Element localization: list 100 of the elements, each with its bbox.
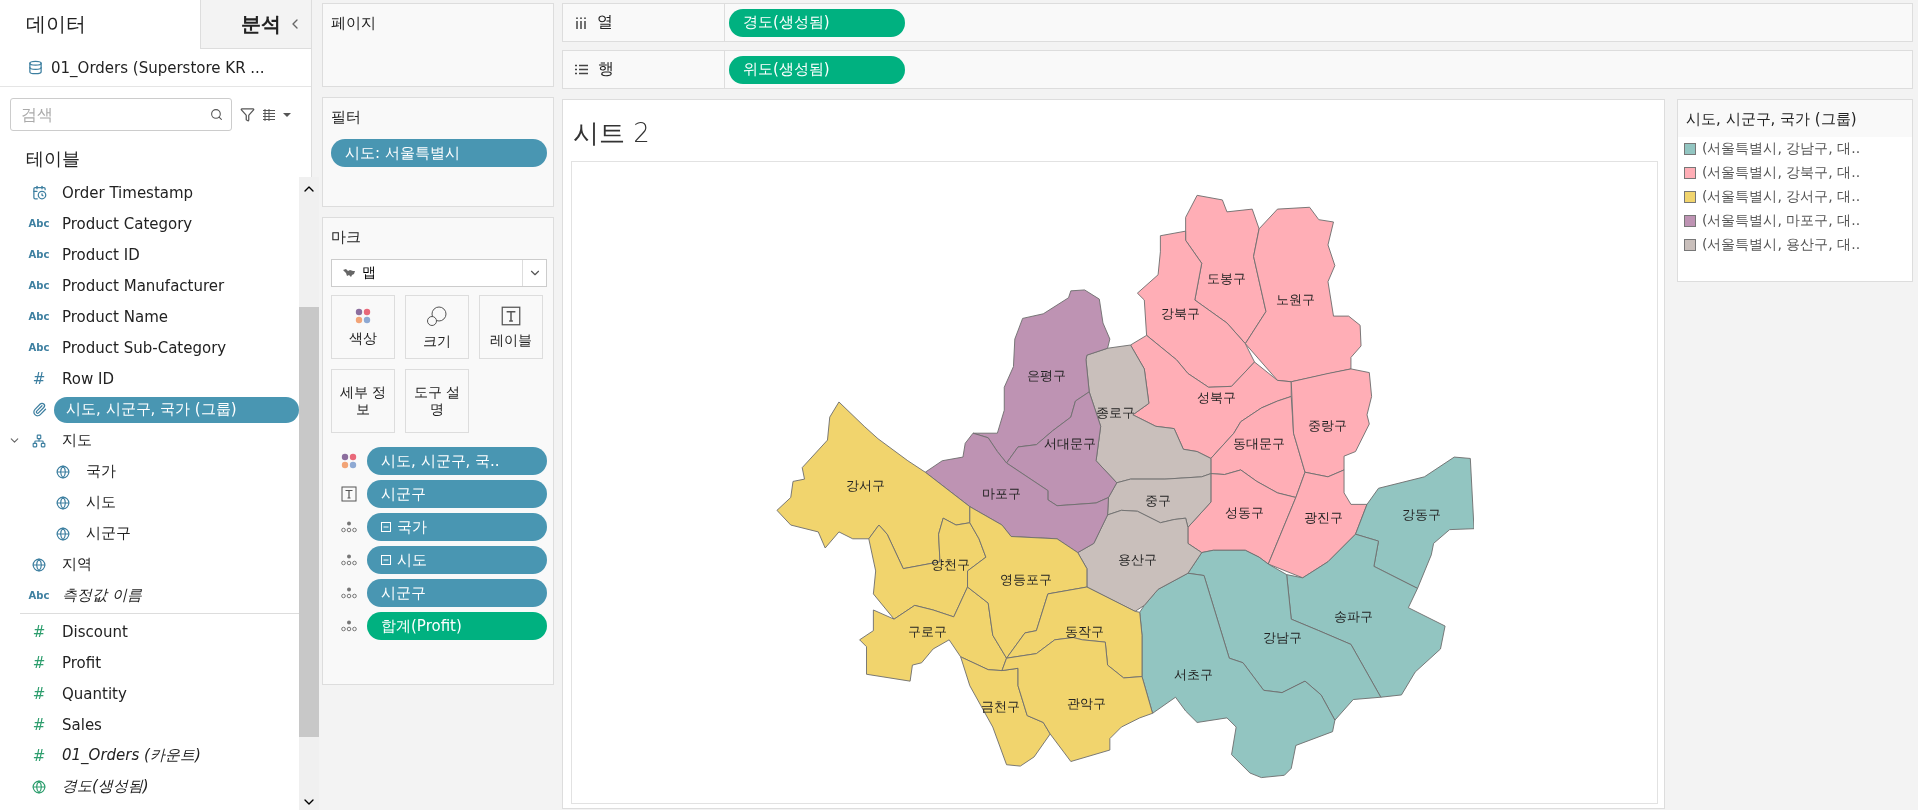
field-item[interactable]: Quantity	[62, 684, 127, 703]
field-item[interactable]: 지도	[62, 431, 92, 450]
card-title: 마크	[331, 228, 362, 247]
mark-property-button[interactable]: 세부 정보	[331, 369, 395, 433]
legend-item[interactable]: (서울특별시, 마포구, 대..	[1702, 212, 1861, 230]
district-shape[interactable]	[1355, 456, 1474, 589]
legend-item[interactable]: (서울특별시, 강북구, 대..	[1702, 164, 1861, 182]
district-label: 구로구	[907, 624, 947, 640]
district-label: 강북구	[1160, 306, 1200, 322]
field-item[interactable]: 시군구	[86, 524, 131, 543]
mark-type-dropdown[interactable]: 맵	[331, 259, 547, 287]
section-heading: 테이블	[25, 147, 81, 171]
field-type-label: #	[32, 622, 46, 641]
shelf-label: 행	[598, 59, 614, 80]
rows-icon	[575, 64, 588, 75]
mark-property-button[interactable]: 색상	[331, 295, 395, 359]
hierarchy-icon	[32, 433, 46, 448]
field-type-label: #	[32, 715, 46, 734]
card-title: 페이지	[331, 14, 377, 33]
field-item[interactable]: 시도	[86, 493, 116, 512]
pane-tab[interactable]: 분석	[199, 0, 287, 49]
district-label: 강서구	[845, 477, 885, 493]
search-box[interactable]: 검색	[10, 98, 232, 131]
datasource-name[interactable]: 01_Orders (Superstore KR ...	[51, 58, 265, 77]
color-dots-icon	[341, 453, 357, 469]
field-item[interactable]: Profit	[62, 653, 102, 672]
globe-icon	[56, 495, 70, 510]
district-shape[interactable]	[859, 586, 1007, 682]
district-shape[interactable]	[1006, 586, 1143, 679]
field-item[interactable]: 01_Orders (카운트)	[62, 746, 201, 765]
district-shape[interactable]	[924, 432, 1109, 554]
field-item[interactable]: Sales	[62, 715, 102, 734]
district-shape[interactable]	[960, 656, 1051, 767]
mark-property-button[interactable]: 도구 설명	[405, 369, 469, 433]
field-type-label: Abc	[28, 590, 50, 601]
field-type-label: Abc	[28, 280, 50, 291]
district-label: 서초구	[1174, 667, 1214, 683]
district-label: 동대문구	[1233, 436, 1286, 452]
district-shape[interactable]	[1267, 469, 1368, 579]
globe-icon	[32, 557, 46, 572]
field-type-label: Abc	[28, 249, 50, 260]
mark-property-button[interactable]: 레이블	[479, 295, 543, 359]
field-item[interactable]: Product Sub-Category	[62, 338, 227, 357]
field-item[interactable]: Row ID	[62, 369, 114, 388]
card-title: 필터	[331, 108, 362, 127]
district-label: 서대문구	[1043, 436, 1096, 452]
district-shape[interactable]	[1107, 473, 1212, 528]
field-item[interactable]: Product ID	[62, 245, 140, 264]
legend-item[interactable]: (서울특별시, 용산구, 대..	[1702, 236, 1861, 254]
columns-icon	[575, 16, 587, 29]
district-label: 관악구	[1067, 695, 1107, 711]
district-shape[interactable]	[1077, 509, 1203, 612]
detail-dots-icon	[341, 521, 357, 533]
legend-item[interactable]: (서울특별시, 강남구, 대..	[1702, 140, 1861, 158]
field-item[interactable]: 경도(생성됨)	[62, 777, 149, 796]
field-item[interactable]: 측정값 이름	[62, 586, 142, 605]
district-shape[interactable]	[1244, 206, 1362, 383]
district-label: 마포구	[981, 485, 1021, 501]
legend-item[interactable]: (서울특별시, 강서구, 대..	[1702, 188, 1861, 206]
map-icon	[342, 268, 356, 278]
district-label: 도봉구	[1207, 270, 1247, 286]
field-item[interactable]: Order Timestamp	[62, 183, 194, 202]
mark-property-button[interactable]: 크기	[405, 295, 469, 359]
paperclip-icon	[31, 402, 47, 417]
district-label: 강동구	[1401, 507, 1441, 523]
district-shape[interactable]	[1187, 469, 1297, 565]
district-label: 양천구	[930, 556, 970, 572]
field-type-label: #	[32, 746, 46, 765]
district-label: 노원구	[1276, 291, 1316, 307]
district-label: 중구	[1145, 492, 1172, 508]
district-shape[interactable]	[1290, 368, 1373, 478]
district-label: 영등포구	[1000, 571, 1053, 587]
shelf-label: 열	[597, 12, 613, 33]
search-field[interactable]: 검색	[19, 104, 210, 125]
field-item[interactable]: Product Category	[62, 214, 193, 233]
district-shape[interactable]	[1139, 572, 1336, 779]
district-label: 금천구	[980, 698, 1020, 714]
field-item[interactable]: Product Manufacturer	[62, 276, 225, 295]
field-type-label: #	[32, 369, 46, 388]
text-box-icon	[341, 486, 357, 502]
scrollbar[interactable]	[299, 177, 319, 810]
field-item[interactable]: 국가	[86, 462, 116, 481]
text-box-icon	[501, 305, 521, 326]
district-shape[interactable]	[776, 401, 971, 570]
search-icon	[210, 108, 223, 121]
district-label: 송파구	[1333, 609, 1373, 625]
district-label: 성북구	[1197, 390, 1237, 406]
field-item[interactable]: 지역	[62, 555, 92, 574]
field-type-label: Abc	[28, 311, 50, 322]
circles-icon	[426, 304, 448, 327]
calendar-clock-icon	[31, 185, 47, 200]
field-type-label: Abc	[28, 218, 50, 229]
field-item[interactable]: Discount	[62, 622, 128, 641]
field-type-label: Abc	[28, 342, 50, 353]
district-shape[interactable]	[1136, 230, 1255, 388]
field-item[interactable]: Product Name	[62, 307, 168, 326]
field-type-label: #	[32, 653, 46, 672]
district-shape[interactable]	[868, 517, 987, 620]
view-options-icon[interactable]	[263, 108, 293, 121]
filter-icon[interactable]	[240, 107, 255, 122]
